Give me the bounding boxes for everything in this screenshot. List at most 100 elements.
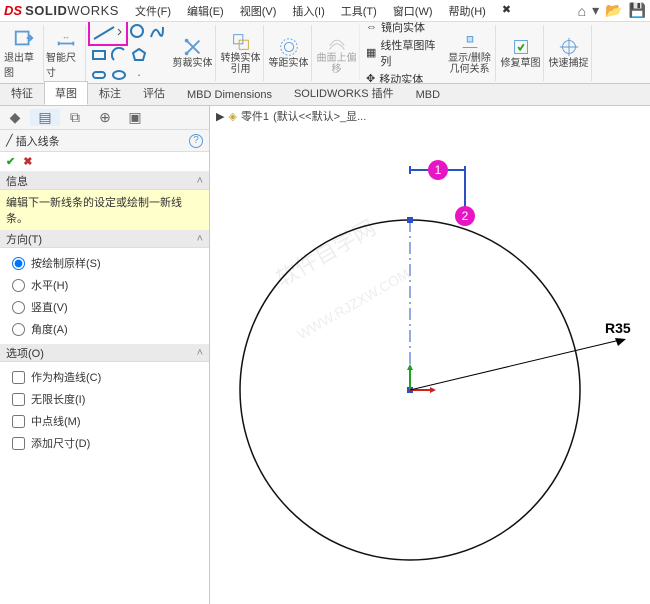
radio-as-sketched-label: 按绘制原样(S) bbox=[31, 255, 101, 271]
exit-sketch-label: 退出草图 bbox=[4, 49, 43, 79]
pm-title: 插入线条 bbox=[16, 133, 60, 149]
radio-angle-input[interactable] bbox=[12, 323, 25, 336]
circle-button[interactable] bbox=[128, 22, 146, 40]
convert-label: 转换实体引用 bbox=[220, 53, 261, 75]
radio-as-sketched[interactable]: 按绘制原样(S) bbox=[8, 252, 201, 274]
check-infinite[interactable]: 无限长度(I) bbox=[8, 388, 201, 410]
radio-horizontal[interactable]: 水平(H) bbox=[8, 274, 201, 296]
graphics-viewport[interactable]: ▶ ◈ 零件1 (默认<<默认>_显... 软件自学网 WWW.RJZXW.CO… bbox=[210, 106, 650, 604]
orientation-header[interactable]: 方向(T) ˄ bbox=[0, 230, 209, 248]
check-construction-input[interactable] bbox=[12, 371, 25, 384]
radio-vertical[interactable]: 竖直(V) bbox=[8, 296, 201, 318]
radio-horizontal-input[interactable] bbox=[12, 279, 25, 292]
chevron-up-icon: ˄ bbox=[197, 233, 203, 245]
tab-sketch[interactable]: 草图 bbox=[44, 81, 88, 105]
quicksnap-button[interactable]: 快速捕捉 bbox=[546, 25, 592, 81]
check-adddim-input[interactable] bbox=[12, 437, 25, 450]
radius-dim-text: R35 bbox=[605, 320, 631, 336]
info-icon[interactable]: ? bbox=[189, 134, 203, 148]
menus: 文件(F) 编辑(E) 视图(V) 插入(I) 工具(T) 窗口(W) 帮助(H… bbox=[131, 1, 515, 21]
menu-pin[interactable]: ✖ bbox=[498, 1, 515, 21]
balloon-1[interactable]: 1 bbox=[428, 160, 448, 180]
tab-evaluate[interactable]: 评估 bbox=[132, 81, 176, 105]
showdel-button[interactable]: 显示/删除几何关系 bbox=[444, 25, 496, 81]
smart-dim-button[interactable]: ↔ 智能尺寸 bbox=[46, 25, 86, 81]
rect-button[interactable] bbox=[90, 46, 108, 64]
balloon-2-text: 2 bbox=[462, 209, 469, 223]
check-infinite-label: 无限长度(I) bbox=[31, 391, 85, 407]
command-tabs: 特征 草图 标注 评估 MBD Dimensions SOLIDWORKS 插件… bbox=[0, 84, 650, 106]
menu-bar: DS SOLIDWORKS 文件(F) 编辑(E) 视图(V) 插入(I) 工具… bbox=[0, 0, 650, 22]
radio-angle[interactable]: 角度(A) bbox=[8, 318, 201, 340]
spline-button[interactable] bbox=[148, 22, 166, 40]
convert-button[interactable]: 转换实体引用 bbox=[218, 25, 264, 81]
tab-mbd[interactable]: MBD bbox=[405, 85, 451, 105]
fm-tab-config[interactable]: ⧉ bbox=[60, 109, 90, 126]
breadcrumb[interactable]: ▶ ◈ 零件1 (默认<<默认>_显... bbox=[216, 108, 366, 124]
sketch-canvas[interactable]: R35 1 2 bbox=[210, 130, 650, 604]
exit-sketch-button[interactable]: 退出草图 bbox=[4, 25, 44, 81]
check-midpoint[interactable]: 中点线(M) bbox=[8, 410, 201, 432]
poly-button[interactable] bbox=[130, 46, 148, 64]
tab-mbd-dim[interactable]: MBD Dimensions bbox=[176, 85, 283, 105]
chevron-up-icon: ˄ bbox=[197, 175, 203, 187]
line-icon: ╱ bbox=[6, 134, 13, 147]
orient-h-label: 方向(T) bbox=[6, 231, 42, 247]
fm-tab-feature[interactable]: ◆ bbox=[0, 109, 30, 126]
check-construction[interactable]: 作为构造线(C) bbox=[8, 366, 201, 388]
offset-label: 等距实体 bbox=[269, 58, 309, 69]
logo-ds: DS bbox=[4, 3, 22, 18]
smart-dim-label: 智能尺寸 bbox=[46, 49, 85, 79]
menu-file[interactable]: 文件(F) bbox=[131, 1, 175, 21]
expand-icon[interactable]: ▶ bbox=[216, 110, 224, 123]
mirror-button[interactable]: ⇔镜向实体 bbox=[366, 22, 438, 35]
opt-h-label: 选项(O) bbox=[6, 345, 44, 361]
linear-pattern-button[interactable]: ▦线性草图阵列 bbox=[366, 37, 438, 69]
options-header[interactable]: 选项(O) ˄ bbox=[0, 344, 209, 362]
fm-tab-dim[interactable]: ⊕ bbox=[90, 109, 120, 126]
cancel-button[interactable]: ✖ bbox=[23, 155, 32, 168]
new-icon[interactable]: ▾ bbox=[592, 2, 599, 19]
check-adddim[interactable]: 添加尺寸(D) bbox=[8, 432, 201, 454]
endpoint-top[interactable] bbox=[407, 217, 413, 223]
menu-tools[interactable]: 工具(T) bbox=[337, 1, 381, 21]
balloon-2[interactable]: 2 bbox=[455, 206, 475, 226]
info-header[interactable]: 信息 ˄ bbox=[0, 172, 209, 190]
radius-dimension[interactable]: R35 bbox=[410, 320, 631, 390]
repair-button[interactable]: 修复草图 bbox=[498, 25, 544, 81]
manager-tabs: ◆ ▤ ⧉ ⊕ ▣ bbox=[0, 106, 209, 130]
quicksnap-label: 快速捕捉 bbox=[549, 58, 589, 69]
tab-addins[interactable]: SOLIDWORKS 插件 bbox=[283, 81, 405, 105]
offset-button[interactable]: 等距实体 bbox=[266, 25, 312, 81]
surf-offset-button: 曲面上偏移 bbox=[314, 25, 360, 81]
menu-edit[interactable]: 编辑(E) bbox=[183, 1, 228, 21]
showdel-label: 显示/删除几何关系 bbox=[446, 53, 493, 75]
fm-tab-display[interactable]: ▣ bbox=[120, 109, 150, 126]
check-adddim-label: 添加尺寸(D) bbox=[31, 435, 90, 451]
radio-vertical-input[interactable] bbox=[12, 301, 25, 314]
open-icon[interactable]: 📂 bbox=[605, 2, 622, 19]
save-icon[interactable]: 💾 bbox=[629, 2, 646, 19]
menu-insert[interactable]: 插入(I) bbox=[288, 1, 328, 21]
linear-label: 线性草图阵列 bbox=[380, 37, 438, 69]
check-midpoint-input[interactable] bbox=[12, 415, 25, 428]
tab-feature[interactable]: 特征 bbox=[0, 81, 44, 105]
home-icon[interactable]: ⌂ bbox=[578, 3, 586, 19]
logo-solid: SOLID bbox=[25, 3, 67, 18]
tab-annotate[interactable]: 标注 bbox=[88, 81, 132, 105]
radio-as-sketched-input[interactable] bbox=[12, 257, 25, 270]
check-infinite-input[interactable] bbox=[12, 393, 25, 406]
radio-horizontal-label: 水平(H) bbox=[31, 277, 68, 293]
line-button[interactable] bbox=[90, 22, 126, 44]
arc-button[interactable] bbox=[110, 46, 128, 64]
menu-help[interactable]: 帮助(H) bbox=[445, 1, 490, 21]
trim-button[interactable]: 剪裁实体 bbox=[170, 25, 216, 81]
fm-tab-pm[interactable]: ▤ bbox=[30, 109, 60, 126]
menu-window[interactable]: 窗口(W) bbox=[389, 1, 437, 21]
info-body: 编辑下一新线条的设定或绘制一新线条。 bbox=[0, 190, 209, 230]
ok-button[interactable]: ✔ bbox=[6, 155, 15, 168]
mirror-label: 镜向实体 bbox=[381, 22, 425, 35]
menu-view[interactable]: 视图(V) bbox=[236, 1, 281, 21]
part-icon: ◈ bbox=[228, 110, 236, 123]
repair-label: 修复草图 bbox=[501, 58, 541, 69]
